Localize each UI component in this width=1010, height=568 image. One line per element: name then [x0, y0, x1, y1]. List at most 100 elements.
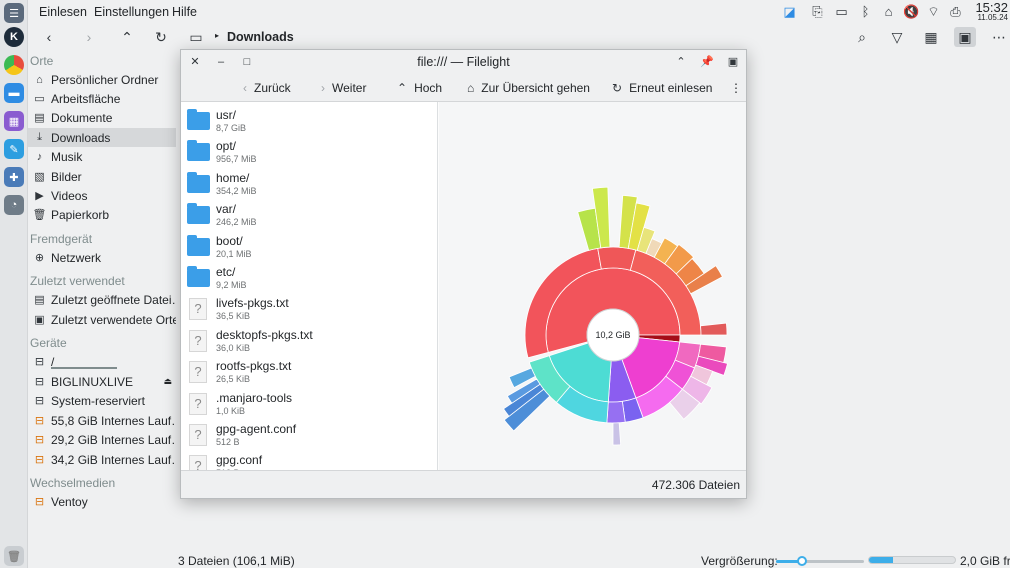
list-item[interactable]: var/246,2 MiB	[187, 200, 432, 231]
kde-logo-icon[interactable]: K	[4, 27, 24, 47]
file-size: 1,0 KiB	[216, 405, 246, 416]
up-button[interactable]: ⌃	[116, 27, 138, 47]
sidebar-item-label: Downloads	[51, 130, 111, 145]
segment-usr-lib[interactable]	[597, 246, 637, 271]
back-button[interactable]: ‹ Zurück	[243, 81, 291, 95]
keep-above-icon[interactable]: ⌃	[673, 54, 689, 70]
clipboard-icon[interactable]: ⎘	[810, 4, 825, 19]
folder-icon	[187, 171, 210, 193]
sidebar-item-recent-places[interactable]: ▣ Zuletzt verwendete Orte	[28, 310, 176, 329]
sidebar-item-desktop[interactable]: ▭ Arbeitsfläche	[28, 89, 176, 108]
desktop-icon: ▭	[34, 93, 45, 105]
menu-einstellungen[interactable]: Einstellungen	[94, 5, 169, 19]
more-menu-icon[interactable]: ⋯	[988, 27, 1010, 47]
view-mode-icon[interactable]: ▦	[920, 27, 942, 47]
free-space-bar	[868, 556, 956, 564]
filter-icon[interactable]: ▽	[886, 27, 908, 47]
file-name: livefs-pkgs.txt	[216, 296, 289, 311]
sunburst-outer-segment[interactable]	[612, 422, 622, 446]
unknown-file-icon: ?	[189, 455, 207, 470]
sidebar-item-downloads[interactable]: ⤓ Downloads	[28, 128, 176, 147]
trash-dock-icon[interactable]: 🗑	[4, 546, 24, 566]
list-item[interactable]: ? gpg-agent.conf 512 B	[187, 420, 432, 451]
list-item[interactable]: ? .manjaro-tools 1,0 KiB	[187, 389, 432, 420]
list-item[interactable]: ?gpg.conf512 B	[187, 451, 432, 470]
list-item[interactable]: ? desktopfs-pkgs.txt 36,0 KiB	[187, 326, 432, 357]
breadcrumb[interactable]: Downloads	[227, 30, 294, 44]
store-icon[interactable]: ▦	[4, 111, 24, 131]
sidebar-item-pictures[interactable]: ▧ Bilder	[28, 167, 176, 186]
sunburst-outer-segment[interactable]	[700, 322, 728, 336]
sidebar-item-label: Musik	[51, 149, 83, 164]
window-titlebar[interactable]: ✕ – □ file:/// — Filelight ⌃ 📌 ▣	[181, 50, 746, 74]
sidebar-item-videos[interactable]: ▶ Videos	[28, 186, 176, 205]
forward-button[interactable]: › Weiter	[321, 81, 366, 95]
zoom-slider[interactable]	[776, 556, 864, 566]
drive-icon: ⊟	[34, 496, 45, 508]
more-menu-icon[interactable]: ⋮	[730, 81, 742, 95]
sidebar-item-biglinuxlive[interactable]: ⊟ BIGLINUXLIVE ⏏	[28, 372, 176, 391]
rescan-button[interactable]: ↻ Erneut einlesen	[612, 81, 712, 95]
segment-home-b[interactable]	[606, 400, 626, 424]
sidebar-item-label: Videos	[51, 188, 88, 203]
back-button[interactable]: ‹	[38, 27, 60, 47]
eject-icon[interactable]: ⏏	[163, 376, 172, 387]
list-item[interactable]: opt/956,7 MiB	[187, 137, 432, 168]
reload-button[interactable]: ↻	[150, 27, 172, 47]
file-manager-icon[interactable]: ▬	[4, 83, 24, 103]
list-item[interactable]: etc/9,2 MiB	[187, 263, 432, 294]
clock-date: 11.05.24	[977, 13, 1008, 22]
sidebar-item-documents[interactable]: ▤ Dokumente	[28, 108, 176, 127]
unknown-file-icon: ?	[189, 298, 207, 321]
sidebar-item-root[interactable]: ⊟ /	[28, 352, 176, 371]
wifi-icon[interactable]: ⌔	[926, 4, 941, 19]
app-menu-icon[interactable]: ▣	[725, 54, 741, 70]
sidebar-item-ventoy[interactable]: ⊟ Ventoy	[28, 492, 176, 511]
pin-icon[interactable]: 📌	[699, 54, 715, 70]
tray-app-icon[interactable]: ◪	[782, 4, 797, 19]
app-launcher-icon[interactable]: ☰	[4, 3, 24, 23]
sidebar-item-recent-files[interactable]: ▤ Zuletzt geöffnete Datei…	[28, 290, 176, 309]
usb-device-icon[interactable]: ⌂	[881, 4, 896, 19]
menu-hilfe[interactable]: Hilfe	[172, 5, 197, 19]
file-list[interactable]: usr/8,7 GiB opt/956,7 MiB home/354,2 MiB va…	[181, 102, 438, 470]
sidebar-item-drive-29[interactable]: ⊟ 29,2 GiB Internes Lauf…	[28, 430, 176, 449]
list-item[interactable]: ? livefs-pkgs.txt 36,5 KiB	[187, 294, 432, 325]
location-icon[interactable]: ▭	[185, 27, 207, 47]
text-editor-icon[interactable]: ✎	[4, 139, 24, 159]
forward-button[interactable]: ›	[78, 27, 100, 47]
sidebar-item-network[interactable]: ⊕ Netzwerk	[28, 248, 176, 267]
search-icon[interactable]: ⌕	[851, 27, 873, 47]
volume-muted-icon[interactable]: 🔇	[903, 4, 919, 19]
sunburst-chart[interactable]: 10,2 GiB	[439, 102, 746, 470]
preview-toggle-icon[interactable]: ▣	[954, 27, 976, 47]
zoom-slider-handle[interactable]	[797, 556, 808, 566]
rescan-label: Erneut einlesen	[629, 81, 713, 95]
sidebar-item-home[interactable]: ⌂ Persönlicher Ordner	[28, 70, 176, 89]
sidebar-item-trash[interactable]: 🗑 Papierkorb	[28, 205, 176, 224]
folder-icon	[187, 203, 210, 225]
up-button[interactable]: ⌃ Hoch	[397, 81, 442, 95]
radial-map[interactable]: 10,2 GiB	[439, 102, 746, 470]
battery-icon[interactable]: ▭	[834, 4, 849, 19]
unknown-file-icon: ?	[189, 424, 207, 446]
sidebar-item-drive-55[interactable]: ⊟ 55,8 GiB Internes Lauf…	[28, 411, 176, 430]
file-name: usr/	[216, 108, 237, 122]
overview-button[interactable]: ⌂ Zur Übersicht gehen	[467, 81, 590, 95]
filelight-app-icon[interactable]: ◔	[4, 195, 24, 215]
screenshot-icon[interactable]: ✚	[4, 167, 24, 187]
sidebar-item-system-reserved[interactable]: ⊟ System-reserviert	[28, 391, 176, 410]
sidebar-item-music[interactable]: ♪ Musik	[28, 147, 176, 166]
browser-icon[interactable]	[4, 55, 24, 75]
list-item[interactable]: usr/8,7 GiB	[187, 106, 432, 137]
folder-icon	[187, 266, 210, 287]
sidebar-item-label: Zuletzt verwendete Orte	[51, 312, 176, 327]
bluetooth-icon[interactable]: ᛒ	[858, 4, 873, 19]
list-item[interactable]: home/354,2 MiB	[187, 169, 432, 200]
notifications-icon[interactable]: ⎙	[948, 4, 963, 19]
menu-einlesen[interactable]: Einlesen	[39, 5, 87, 19]
list-item[interactable]: ? rootfs-pkgs.txt 26,5 KiB	[187, 357, 432, 388]
sidebar-item-drive-34[interactable]: ⊟ 34,2 GiB Internes Lauf…	[28, 450, 176, 469]
clock[interactable]: 15:32 11.05.24	[975, 1, 1008, 22]
list-item[interactable]: boot/20,1 MiB	[187, 232, 432, 263]
